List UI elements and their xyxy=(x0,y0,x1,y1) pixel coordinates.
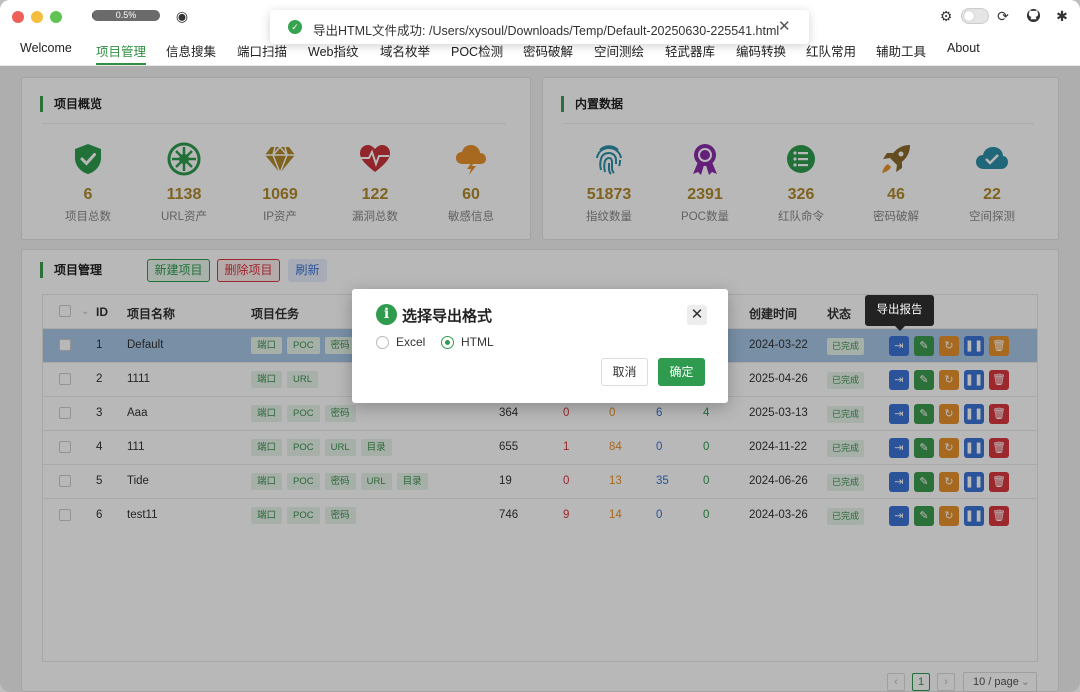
html-radio[interactable] xyxy=(441,336,454,349)
toggle-knob xyxy=(964,11,974,21)
minimize-window-button[interactable] xyxy=(31,11,43,23)
menu-info-gathering[interactable]: 信息搜集 xyxy=(166,41,216,60)
excel-radio[interactable] xyxy=(376,336,389,349)
dialog-title: 选择导出格式 xyxy=(402,308,493,325)
maximize-window-button[interactable] xyxy=(50,11,62,23)
github-icon[interactable] xyxy=(1025,8,1041,24)
radio-dot xyxy=(445,340,450,345)
refresh-icon[interactable]: ⟳ xyxy=(995,8,1011,24)
success-toast: ✓ 导出HTML文件成功: /Users/xysoul/Downloads/Te… xyxy=(270,10,809,44)
target-icon[interactable]: ◉ xyxy=(174,8,190,24)
check-circle-icon: ✓ xyxy=(288,20,302,34)
progress-fill xyxy=(92,10,93,21)
menu-welcome[interactable]: Welcome xyxy=(20,41,72,55)
export-report-tooltip: 导出报告 xyxy=(865,295,934,331)
toast-close-icon[interactable]: ✕ xyxy=(778,17,791,35)
menu-aux-tools[interactable]: 辅助工具 xyxy=(876,41,926,60)
app-window: 0.5% ◉ ⚙ ⟳ ✱ Welcome 项目管理 信息搜集 端口扫描 Web指… xyxy=(0,0,1080,692)
close-window-button[interactable] xyxy=(12,11,24,23)
theme-toggle[interactable] xyxy=(961,8,989,24)
menu-project-management[interactable]: 项目管理 xyxy=(96,41,147,65)
info-icon: i xyxy=(376,304,397,325)
cancel-button[interactable]: 取消 xyxy=(601,358,648,386)
toast-message: 导出HTML文件成功: /Users/xysoul/Downloads/Temp… xyxy=(313,24,780,38)
settings-icon[interactable]: ⚙ xyxy=(938,8,954,24)
menu-about[interactable]: About xyxy=(947,41,980,55)
html-label[interactable]: HTML xyxy=(461,335,494,349)
menu-redteam[interactable]: 红队常用 xyxy=(806,41,856,60)
confirm-button[interactable]: 确定 xyxy=(658,358,705,386)
memory-progress-bar: 0.5% xyxy=(92,10,160,21)
dialog-close-button[interactable]: ✕ xyxy=(687,305,707,325)
bug-icon[interactable]: ✱ xyxy=(1054,8,1070,24)
excel-label[interactable]: Excel xyxy=(396,335,425,349)
progress-label: 0.5% xyxy=(115,10,137,20)
export-format-dialog: i 选择导出格式 ✕ Excel HTML 取消 确定 xyxy=(352,289,728,403)
